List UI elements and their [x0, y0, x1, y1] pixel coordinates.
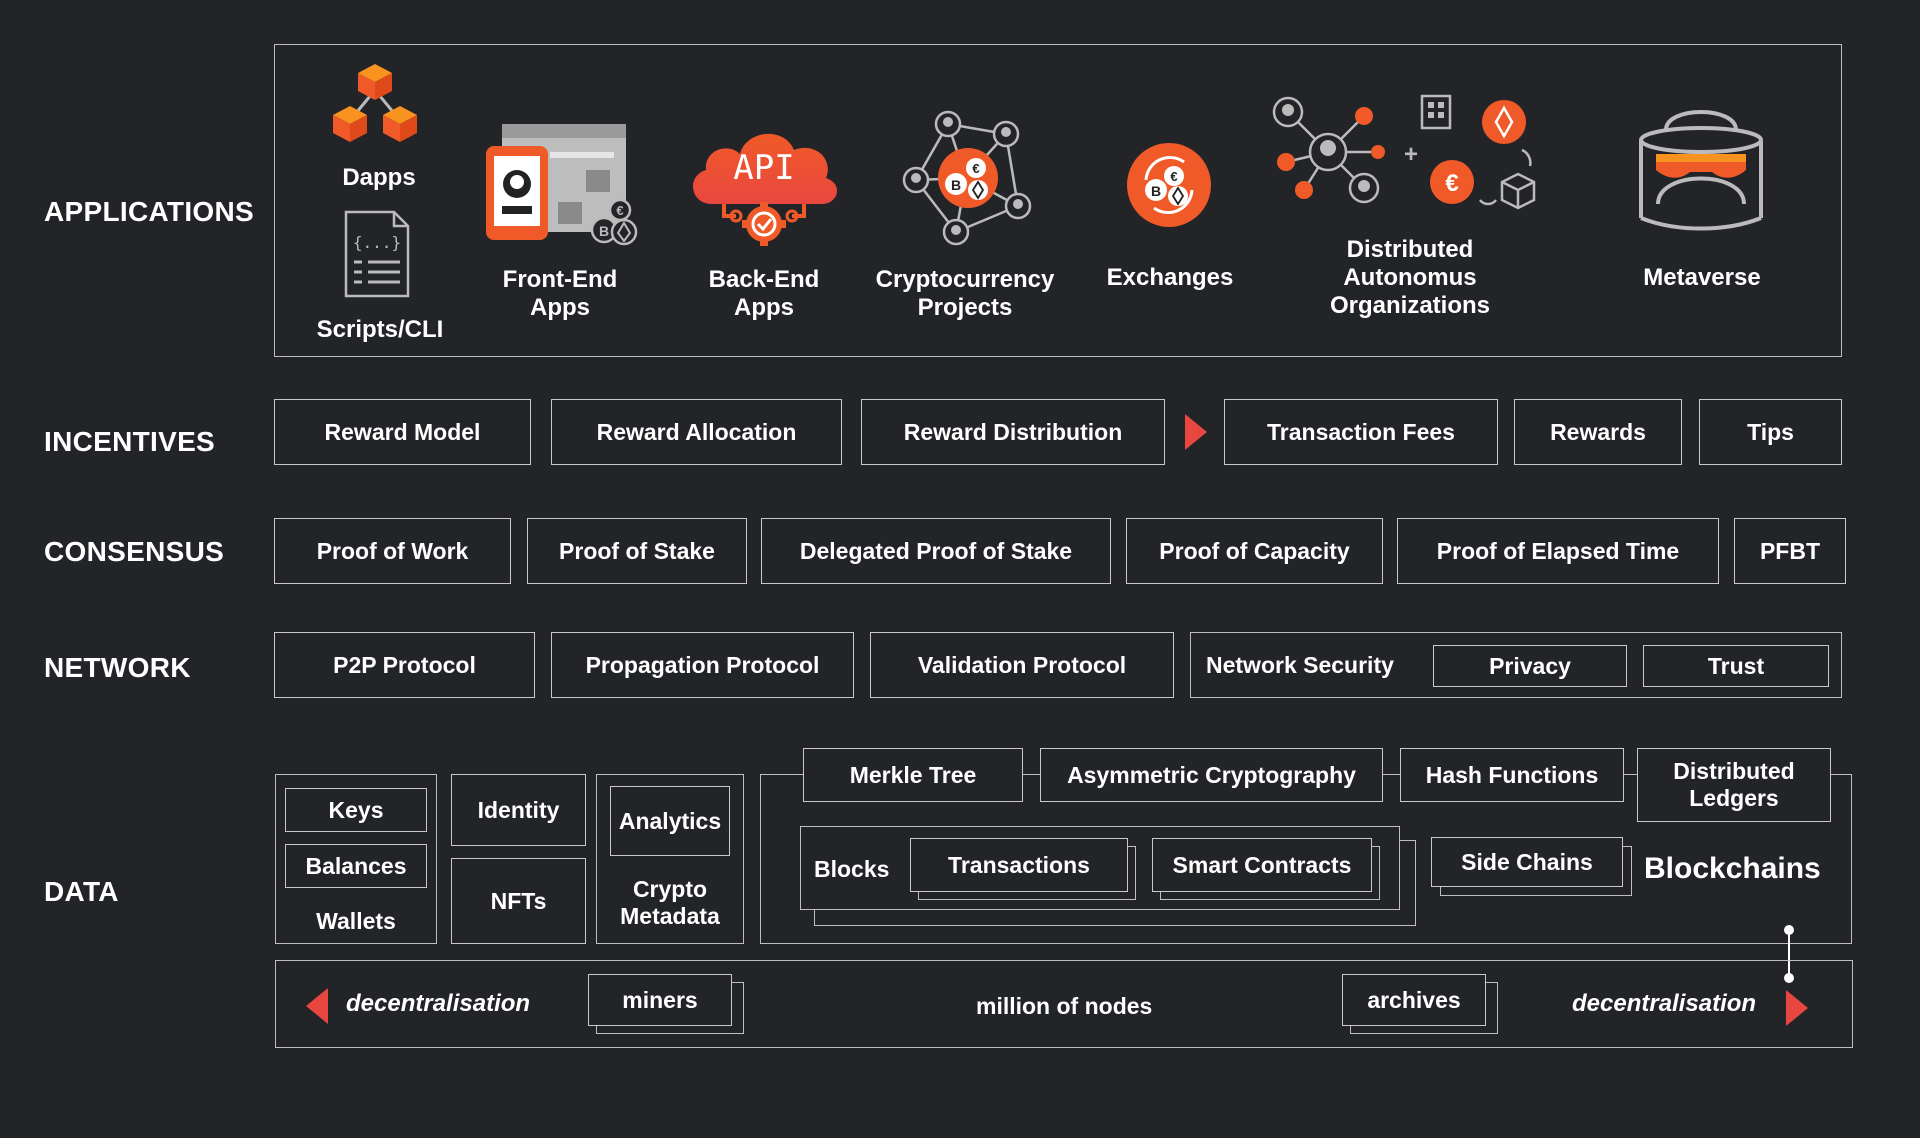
row-label-consensus: CONSENSUS — [44, 536, 225, 567]
incentive-reward-distribution: Reward Distribution — [861, 399, 1165, 465]
data-nfts: NFTs — [451, 858, 586, 944]
app-label-frontend: Front-End Apps — [480, 266, 640, 322]
data-balances: Balances — [285, 844, 427, 888]
row-label-applications: APPLICATIONS — [44, 196, 254, 227]
cubes-icon — [330, 60, 420, 150]
consensus-pfbt: PFBT — [1734, 518, 1846, 584]
app-label-dao: Distributed Autonomus Organizations — [1290, 236, 1530, 320]
arrow-right-icon — [1185, 414, 1207, 450]
data-merkle-tree: Merkle Tree — [803, 748, 1023, 802]
consensus-poc: Proof of Capacity — [1126, 518, 1383, 584]
network-trust: Trust — [1643, 645, 1829, 687]
svg-text:B: B — [951, 177, 961, 193]
row-label-incentives: INCENTIVES — [44, 426, 216, 457]
data-crypto-metadata: Crypto Metadata — [596, 876, 744, 930]
app-label-dapps: Dapps — [342, 164, 416, 191]
consensus-poet: Proof of Elapsed Time — [1397, 518, 1719, 584]
svg-text:€: € — [1445, 170, 1458, 197]
crypto-line-2: Projects — [917, 294, 1013, 321]
incentive-reward-model: Reward Model — [274, 399, 531, 465]
data-identity: Identity — [451, 774, 586, 846]
app-label-crypto: Cryptocurrency Projects — [860, 266, 1070, 322]
incentive-reward-allocation: Reward Allocation — [551, 399, 842, 465]
vr-headset-icon — [1626, 100, 1776, 240]
row-label-network: NETWORK — [44, 652, 191, 683]
backend-line-2: Apps — [734, 294, 794, 321]
data-blockchains-label: Blockchains — [1644, 852, 1821, 885]
metadata-line-2: Metadata — [620, 903, 720, 929]
data-distributed-ledgers: Distributed Ledgers — [1637, 748, 1831, 822]
ledgers-line-2: Ledgers — [1689, 785, 1779, 811]
data-wallets: Wallets — [316, 908, 396, 934]
app-label-backend: Back-End Apps — [684, 266, 844, 322]
data-keys: Keys — [285, 788, 427, 832]
script-file-icon: {...} — [342, 210, 412, 298]
data-analytics: Analytics — [610, 786, 730, 856]
metadata-line-1: Crypto — [632, 876, 708, 902]
arrow-right-end-icon — [1786, 990, 1808, 1026]
exchange-coins-icon: B € — [1124, 140, 1214, 230]
row-label-data: DATA — [44, 876, 119, 907]
network-privacy: Privacy — [1433, 645, 1627, 687]
decentralisation-right: decentralisation — [1572, 990, 1757, 1017]
consensus-dpos: Delegated Proof of Stake — [761, 518, 1111, 584]
nodes-million: million of nodes — [976, 993, 1153, 1019]
nodes-archives: archives — [1342, 974, 1486, 1026]
data-smart-contracts: Smart Contracts — [1152, 838, 1372, 892]
svg-text:€: € — [616, 203, 623, 218]
network-validation: Validation Protocol — [870, 632, 1174, 698]
crypto-line-1: Cryptocurrency — [875, 266, 1055, 293]
data-hash-functions: Hash Functions — [1400, 748, 1624, 802]
data-transactions: Transactions — [910, 838, 1128, 892]
decentralisation-left: decentralisation — [346, 990, 531, 1017]
dao-line-3: Organizations — [1329, 292, 1491, 319]
data-blocks: Blocks — [814, 856, 890, 882]
crypto-network-icon: B € — [896, 104, 1036, 254]
svg-text:B: B — [1151, 183, 1161, 199]
network-p2p: P2P Protocol — [274, 632, 535, 698]
frontend-line-2: Apps — [530, 294, 590, 321]
incentive-transaction-fees: Transaction Fees — [1224, 399, 1498, 465]
dao-line-2: Autonomus — [1343, 264, 1477, 291]
incentive-tips: Tips — [1699, 399, 1842, 465]
consensus-pos: Proof of Stake — [527, 518, 747, 584]
api-text: API — [733, 148, 795, 188]
app-label-metaverse: Metaverse — [1643, 264, 1761, 291]
app-label-exchanges: Exchanges — [1106, 264, 1234, 291]
network-security-label: Network Security — [1206, 652, 1394, 678]
network-propagation: Propagation Protocol — [551, 632, 854, 698]
ledgers-line-1: Distributed — [1673, 758, 1795, 784]
data-side-chains: Side Chains — [1431, 837, 1623, 887]
svg-text:B: B — [599, 223, 609, 239]
nodes-miners: miners — [588, 974, 732, 1026]
backend-line-1: Back-End — [708, 266, 820, 293]
data-asymmetric-crypto: Asymmetric Cryptography — [1040, 748, 1383, 802]
dao-line-1: Distributed — [1346, 236, 1474, 263]
svg-text:€: € — [972, 161, 979, 176]
app-label-scripts: Scripts/CLI — [316, 316, 444, 343]
frontend-line-1: Front-End — [502, 266, 618, 293]
dao-network-icon: + € — [1268, 90, 1548, 220]
arrow-left-icon — [306, 988, 328, 1024]
incentive-rewards: Rewards — [1514, 399, 1682, 465]
svg-text:+: + — [1404, 141, 1418, 168]
svg-text:€: € — [1170, 169, 1177, 184]
consensus-pow: Proof of Work — [274, 518, 511, 584]
svg-text:{...}: {...} — [353, 233, 401, 252]
frontend-browser-icon: B € — [486, 122, 646, 252]
